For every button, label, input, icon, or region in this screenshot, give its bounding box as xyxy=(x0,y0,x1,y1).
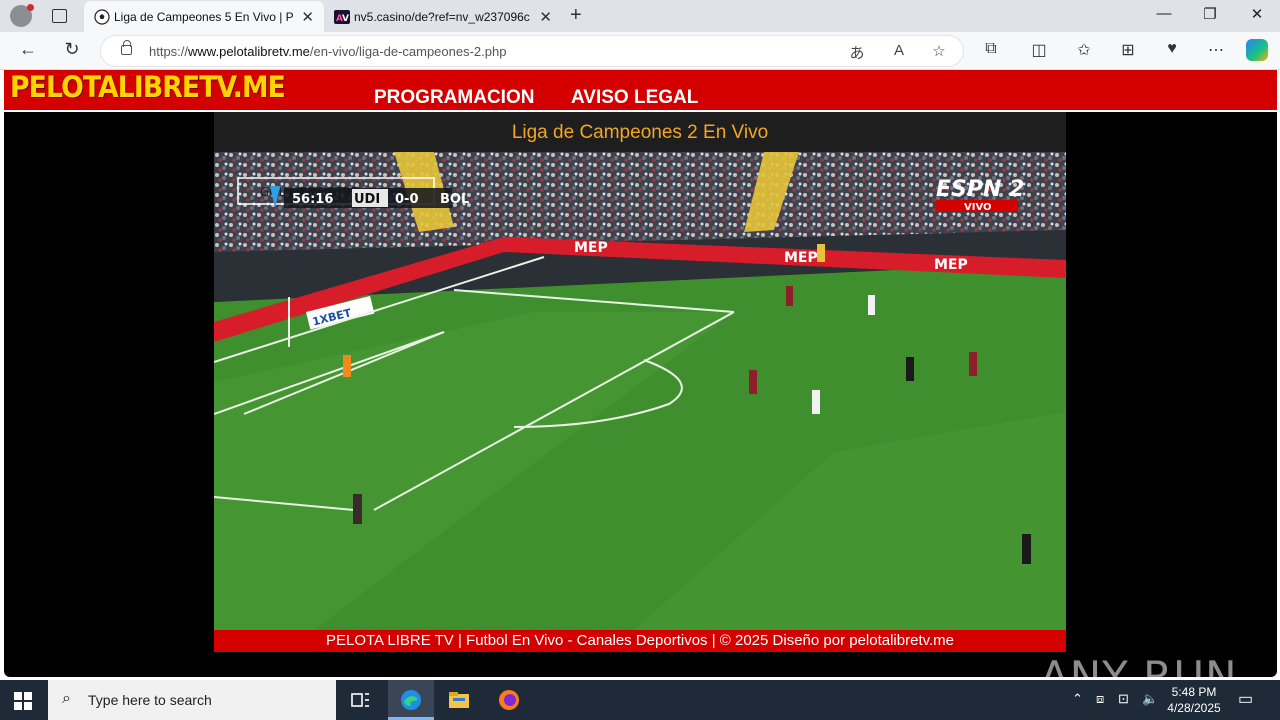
tab-strip: Liga de Campeones 5 En Vivo | P ✕ A V nv… xyxy=(0,0,1280,32)
notifications-icon[interactable]: ▭ xyxy=(1238,689,1253,709)
site-footer: PELOTA LIBRE TV | Futbol En Vivo - Canal… xyxy=(214,630,1066,652)
close-window-button[interactable]: ✕ xyxy=(1237,5,1277,23)
copilot-icon[interactable] xyxy=(1246,39,1268,61)
content-area: Liga de Campeones 2 En Vivo MEP MEP MEP … xyxy=(4,112,1277,701)
tab-title: nv5.casino/de?ref=nv_w237096c xyxy=(354,9,530,24)
network-icon[interactable]: ⊡ xyxy=(1118,691,1129,707)
clock-date: 4/28/2025 xyxy=(1167,701,1221,715)
collections-icon[interactable]: ⊞ xyxy=(1117,40,1139,60)
network-monitor-icon[interactable]: ⧈ xyxy=(1096,691,1104,707)
profile-avatar[interactable] xyxy=(10,4,34,27)
edge-icon xyxy=(401,690,421,710)
extensions-icon[interactable]: ⧉ xyxy=(980,40,1002,58)
edge-taskbar-button[interactable] xyxy=(388,680,434,720)
tab-title: Liga de Campeones 5 En Vivo | P xyxy=(114,9,294,24)
ad-text-mep: MEP xyxy=(574,240,608,256)
search-placeholder: Type here to search xyxy=(88,692,212,708)
tab-active[interactable]: Liga de Campeones 5 En Vivo | P ✕ xyxy=(84,1,324,32)
taskbar: ⌕ Type here to search ⌃ ⧈ ⊡ 🔈 5:48 PM 4/… xyxy=(0,680,1280,720)
menu-aviso-legal[interactable]: AVISO LEGAL xyxy=(571,87,698,109)
more-menu-icon[interactable]: ⋯ xyxy=(1205,40,1227,60)
browser-essentials-icon[interactable]: ♥ xyxy=(1161,40,1183,58)
address-bar[interactable]: https://www.pelotalibretv.me/en-vivo/lig… xyxy=(100,35,964,67)
taskbar-search[interactable]: ⌕ Type here to search xyxy=(48,680,336,720)
reload-icon[interactable]: ↻ xyxy=(60,39,84,60)
split-screen-icon[interactable]: ◫ xyxy=(1028,40,1050,60)
home-team: UDI xyxy=(354,192,380,207)
channel-logo-text: ESPN 2 xyxy=(936,177,1024,202)
web-page: PELOTALIBRETV.ME PROGRAMACION AVISO LEGA… xyxy=(0,70,1280,701)
player-title-bar: Liga de Campeones 2 En Vivo xyxy=(214,112,1066,152)
firefox-icon[interactable] xyxy=(497,688,521,712)
new-tab-button[interactable]: + xyxy=(570,4,582,27)
ad-text-mep: MEP xyxy=(784,250,818,266)
site-logo[interactable]: PELOTALIBRETV.ME xyxy=(10,70,286,104)
url-text[interactable]: https://www.pelotalibretv.me/en-vivo/lig… xyxy=(149,44,506,59)
clock-time: 5:48 PM xyxy=(1171,685,1217,699)
minimize-button[interactable]: — xyxy=(1144,5,1184,22)
away-team: BOL xyxy=(440,192,469,207)
close-tab-icon[interactable]: ✕ xyxy=(301,8,314,26)
favorite-star-icon[interactable]: ☆ xyxy=(929,42,949,60)
windows-start-icon[interactable] xyxy=(14,692,32,710)
translate-icon[interactable]: あ xyxy=(847,42,867,63)
footer-text: PELOTA LIBRE TV | Futbol En Vivo - Canal… xyxy=(325,632,955,649)
task-view-icon[interactable] xyxy=(348,688,372,712)
soccer-ball-icon xyxy=(94,9,110,25)
player-title: Liga de Campeones 2 En Vivo xyxy=(511,122,769,143)
read-aloud-icon[interactable]: A xyxy=(889,42,909,59)
espn2-logo: ESPN 2 VIVO xyxy=(936,177,1024,213)
lock-icon[interactable] xyxy=(121,40,132,55)
match-clock: 56:16 xyxy=(292,192,333,207)
tab-actions-icon[interactable] xyxy=(48,6,70,26)
taskbar-clock[interactable]: 5:48 PM 4/28/2025 xyxy=(1160,684,1228,716)
browser-toolbar: ← ↻ https://www.pelotalibretv.me/en-vivo… xyxy=(0,32,1280,70)
search-icon: ⌕ xyxy=(62,690,71,707)
match-score: 0-0 xyxy=(395,192,419,207)
restore-button[interactable]: ❐ xyxy=(1190,5,1230,23)
casino-favicon-icon: A V xyxy=(334,10,350,24)
close-tab-icon[interactable]: ✕ xyxy=(539,8,552,26)
menu-programacion[interactable]: PROGRAMACION xyxy=(374,87,534,109)
tray-chevron-icon[interactable]: ⌃ xyxy=(1072,691,1083,707)
svg-text:V: V xyxy=(342,14,349,24)
live-badge: VIVO xyxy=(964,202,992,213)
file-explorer-icon[interactable] xyxy=(447,688,471,712)
favorites-icon[interactable]: ✩ xyxy=(1073,40,1095,60)
volume-icon[interactable]: 🔈 xyxy=(1142,691,1158,707)
tab-inactive[interactable]: A V nv5.casino/de?ref=nv_w237096c ✕ xyxy=(324,1,562,32)
match-video-frame: MEP MEP MEP 1XBET 56:16 UDI 0-0 BOL ESPN… xyxy=(214,152,1066,630)
ad-text-mep: MEP xyxy=(934,257,968,273)
site-header: PELOTALIBRETV.ME PROGRAMACION AVISO LEGA… xyxy=(4,70,1277,112)
video-player[interactable]: MEP MEP MEP 1XBET 56:16 UDI 0-0 BOL ESPN… xyxy=(214,152,1066,630)
back-icon[interactable]: ← xyxy=(16,39,40,60)
